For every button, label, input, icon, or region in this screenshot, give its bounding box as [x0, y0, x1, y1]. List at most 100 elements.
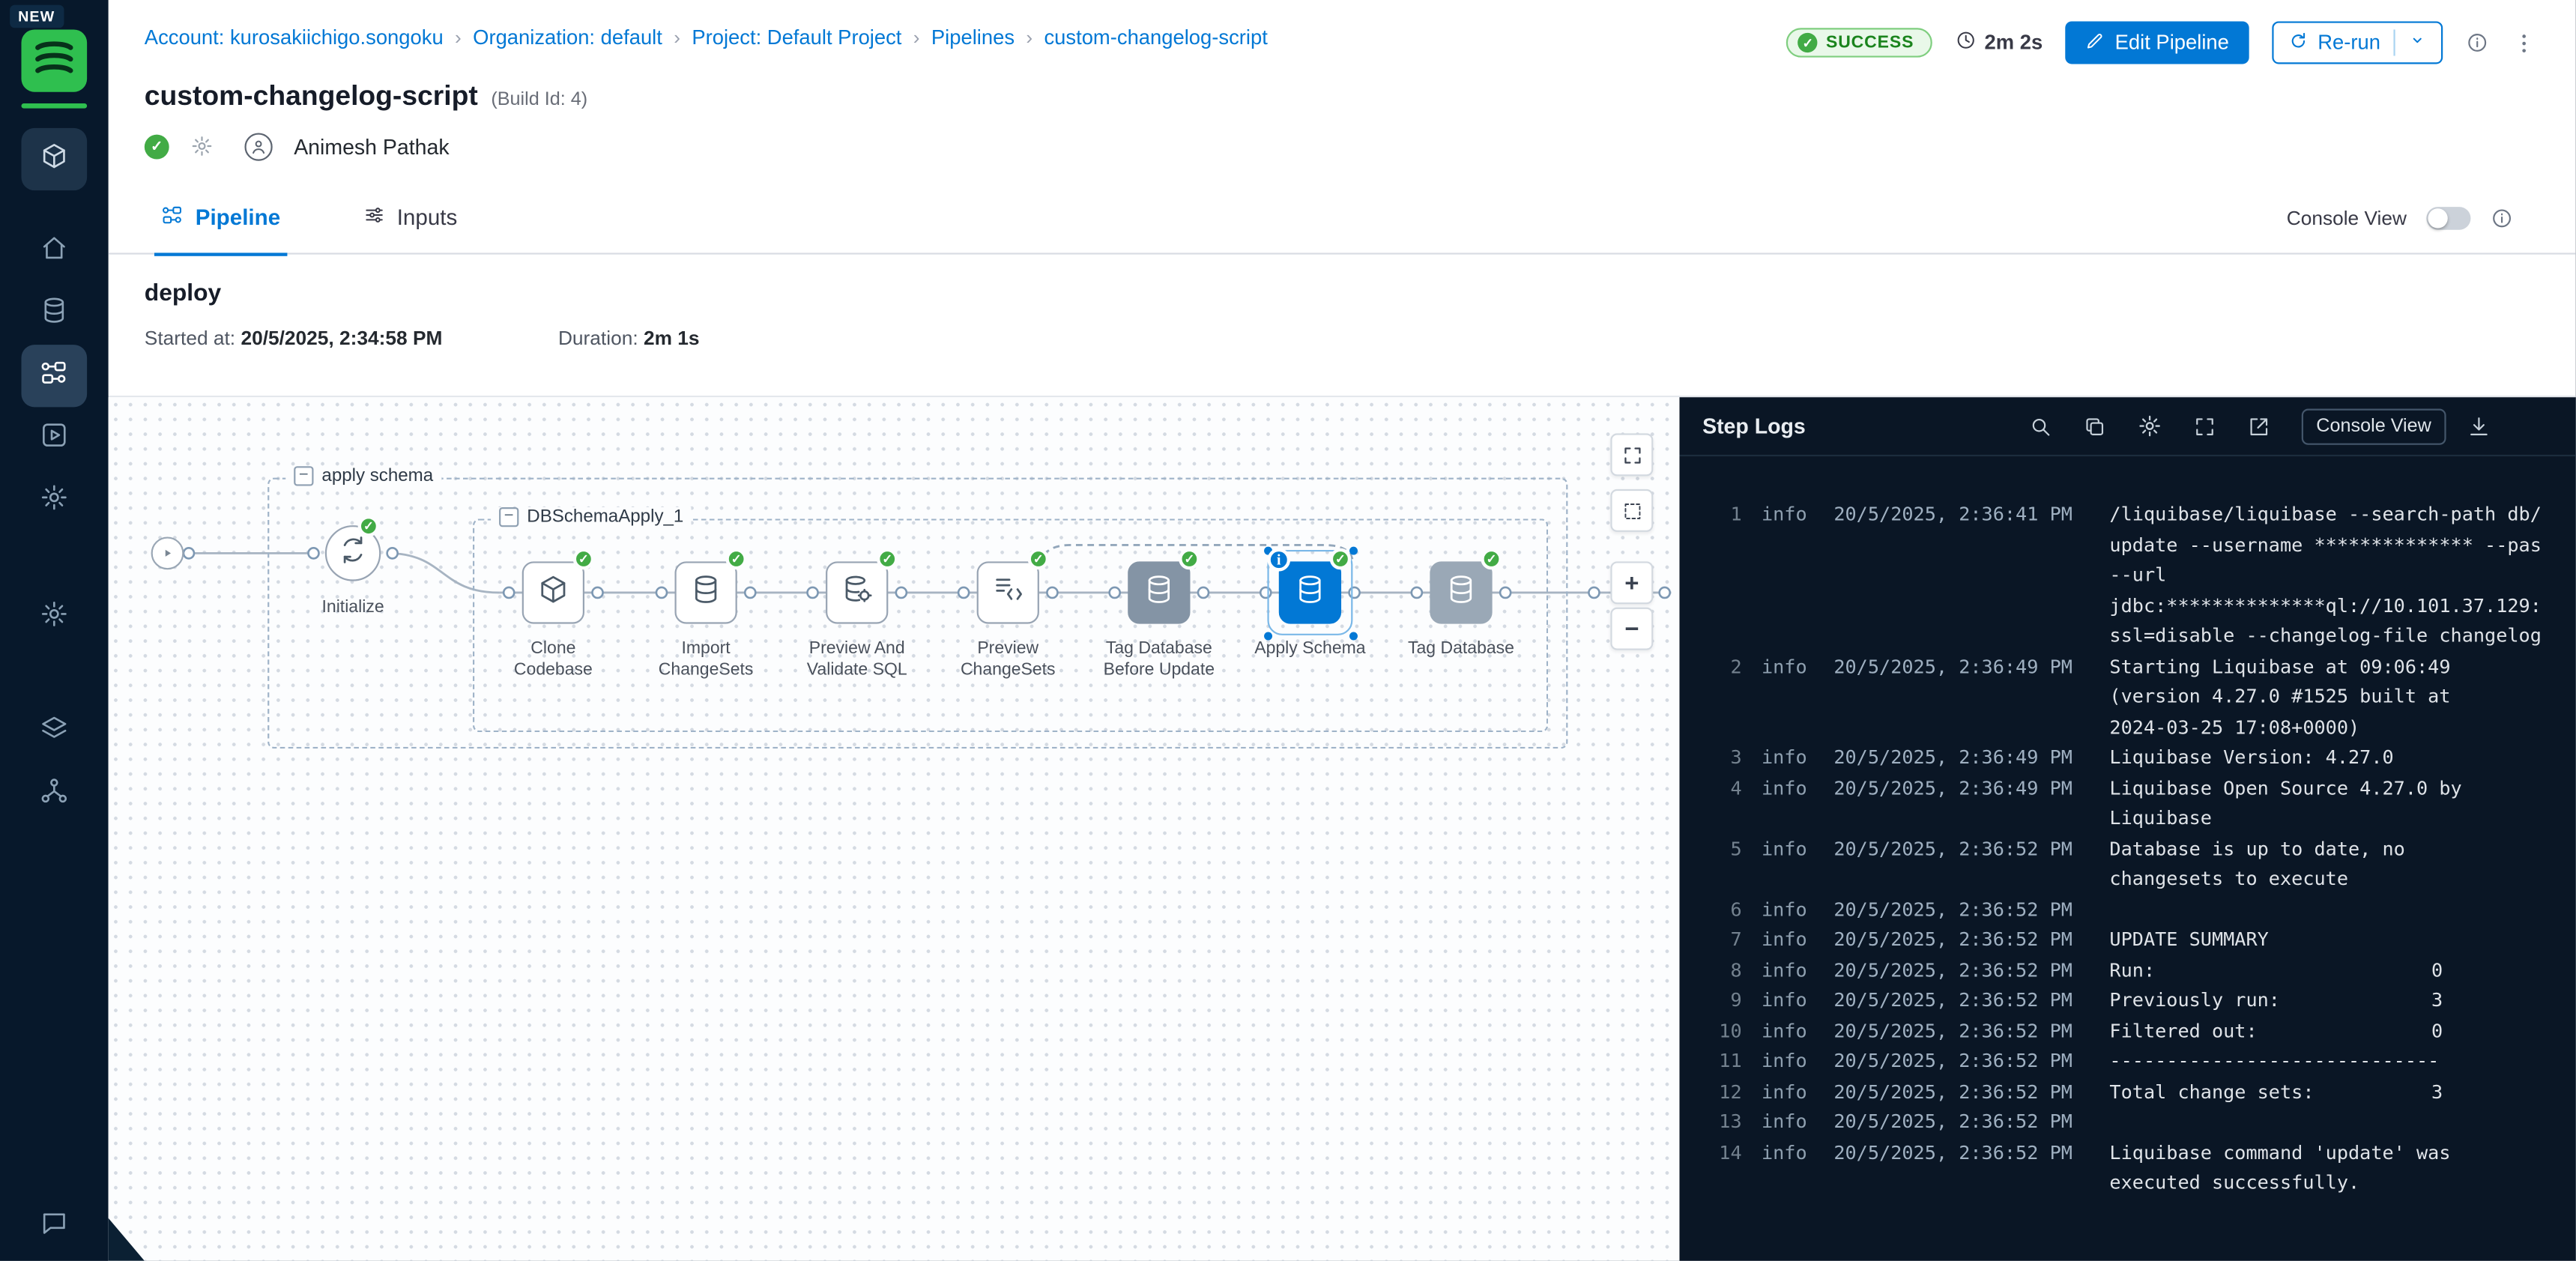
breadcrumb-item[interactable]: custom-changelog-script — [1044, 26, 1267, 49]
step-success-icon: ✓ — [1481, 548, 1502, 569]
log-entry: 14info20/5/2025, 2:36:52 PMLiquibase com… — [1699, 1137, 2557, 1197]
pipeline-canvas[interactable]: − apply schema − DBSchemaApply_1 ✓Initia… — [109, 397, 1680, 1260]
clock-icon — [1955, 29, 1976, 55]
edit-pipeline-button[interactable]: Edit Pipeline — [2066, 21, 2249, 64]
breadcrumb-item[interactable]: Organization: default — [473, 26, 662, 49]
tab-pipeline[interactable]: Pipeline — [154, 181, 287, 253]
log-message: Liquibase command 'update' wasexecuted s… — [2109, 1137, 2556, 1197]
log-kv-key: Run: — [2109, 955, 2155, 985]
sidebar-item-templates[interactable] — [21, 701, 87, 763]
collapse-icon[interactable]: − — [294, 466, 313, 486]
breadcrumb-item[interactable]: Account: kurosakiichigo.songoku — [145, 26, 444, 49]
selection-handle[interactable] — [1349, 632, 1358, 641]
tab-inputs[interactable]: Inputs — [356, 181, 464, 253]
top-header: Account: kurosakiichigo.songoku › Organiza… — [109, 0, 2576, 69]
header-actions: ✓ SUCCESS 2m 2s Edit Pipeline Re-run — [1786, 21, 2536, 64]
console-view-toggle[interactable] — [2426, 206, 2470, 229]
marquee-select-button[interactable] — [1610, 489, 1653, 532]
breadcrumb-item[interactable]: Project: Default Project — [692, 26, 901, 49]
info-icon[interactable] — [2466, 31, 2489, 55]
open-in-new-icon[interactable] — [2247, 414, 2270, 438]
group-label[interactable]: apply schema — [321, 466, 433, 486]
canvas-corner-fold — [109, 1218, 145, 1261]
fit-to-screen-button[interactable] — [1610, 433, 1653, 476]
log-entry: 13info20/5/2025, 2:36:52 PM — [1699, 1107, 2557, 1137]
pipeline-success-icon: ✓ — [145, 134, 169, 159]
log-panel-title: Step Logs — [1702, 414, 1806, 438]
search-icon[interactable] — [2029, 414, 2052, 438]
info-icon[interactable] — [2491, 206, 2514, 229]
tabs: Pipeline Inputs — [154, 181, 533, 253]
inputs-icon — [363, 204, 386, 232]
sidebar-item-connectors[interactable] — [21, 763, 87, 826]
log-entry: 9info20/5/2025, 2:36:52 PMPreviously run… — [1699, 985, 2557, 1016]
gear-icon — [40, 599, 69, 636]
breadcrumb-separator: › — [1026, 26, 1032, 49]
node-label: Import ChangeSets — [647, 638, 765, 681]
meta-row: ✓ Animesh Pathak — [109, 113, 2576, 163]
sidebar-item-help-chat[interactable] — [21, 1195, 87, 1257]
log-kv-key: Filtered out: — [2109, 1015, 2257, 1046]
sidebar-item-repositories[interactable] — [21, 282, 87, 345]
copy-icon[interactable] — [2083, 414, 2106, 438]
log-timestamp: 20/5/2025, 2:36:52 PM — [1833, 1137, 2096, 1167]
kebab-menu-icon[interactable] — [2512, 31, 2536, 55]
sidebar-item-settings[interactable] — [21, 586, 87, 648]
log-timestamp: 20/5/2025, 2:36:52 PM — [1833, 894, 2096, 925]
zoom-out-button[interactable]: − — [1610, 608, 1653, 650]
sidebar-item-environments[interactable] — [21, 470, 87, 532]
group-label[interactable]: DBSchemaApply_1 — [527, 507, 683, 527]
author-name: Animesh Pathak — [294, 134, 449, 159]
page-title: custom-changelog-script — [145, 80, 478, 113]
script-icon — [991, 572, 1024, 614]
download-logs-icon[interactable] — [2467, 414, 2491, 438]
stepgroup-dbschemaapply: − DBSchemaApply_1 — [473, 518, 1548, 732]
zoom-in-button[interactable]: + — [1610, 561, 1653, 604]
log-kv-value: 3 — [2431, 1076, 2443, 1107]
log-level: info — [1762, 651, 1827, 682]
cube-icon — [536, 572, 569, 614]
db-icon — [1294, 572, 1327, 614]
gear-icon[interactable] — [190, 135, 214, 158]
log-settings-icon[interactable] — [2137, 414, 2162, 438]
log-entry: 5info20/5/2025, 2:36:52 PMDatabase is up… — [1699, 833, 2557, 894]
pipeline-node-apply-schema[interactable] — [1279, 561, 1341, 623]
pipeline-node-import-changesets[interactable] — [675, 561, 737, 623]
node-label: Apply Schema — [1251, 638, 1370, 659]
rerun-button[interactable]: Re-run — [2272, 21, 2443, 64]
selection-handle[interactable] — [1264, 632, 1272, 641]
log-body[interactable]: 1info20/5/2025, 2:36:41 PM/liquibase/liq… — [1679, 456, 2575, 1261]
sidebar-item-home[interactable] — [21, 220, 87, 282]
pipeline-node-preview-and-validate-sql[interactable] — [826, 561, 888, 623]
breadcrumb-item[interactable]: Pipelines — [931, 26, 1015, 49]
harness-logo-icon[interactable] — [21, 29, 87, 91]
log-entry: 3info20/5/2025, 2:36:49 PMLiquibase Vers… — [1699, 742, 2557, 772]
pipeline-node-tag-database[interactable] — [1430, 561, 1492, 623]
chevron-down-icon[interactable] — [2408, 31, 2426, 55]
sidebar-item-module-selector[interactable] — [21, 128, 87, 190]
log-message — [2109, 1107, 2556, 1137]
new-badge: NEW — [10, 5, 63, 28]
log-message — [2109, 894, 2556, 925]
log-level: info — [1762, 833, 1827, 864]
fullscreen-icon[interactable] — [2193, 414, 2216, 438]
console-view-label: Console View — [2287, 206, 2407, 229]
selection-handle[interactable] — [1349, 547, 1358, 555]
stage-duration: Duration: 2m 1s — [558, 327, 700, 350]
pipeline-node-clone-codebase[interactable] — [522, 561, 584, 623]
sidebar-item-pipelines[interactable] — [21, 345, 87, 407]
log-message: ----------------------------- — [2109, 1046, 2556, 1077]
log-line-number: 13 — [1699, 1107, 1742, 1137]
log-timestamp: 20/5/2025, 2:36:49 PM — [1833, 651, 2096, 682]
step-logs-panel: Step Logs Console View 1info20/5/2025, 2… — [1679, 397, 2575, 1260]
console-view-button[interactable]: Console View — [2302, 408, 2446, 444]
log-message: /liquibase/liquibase --search-path db/up… — [2109, 499, 2556, 651]
content-split: − apply schema − DBSchemaApply_1 ✓Initia… — [109, 396, 2576, 1261]
log-message: Previously run:3 — [2109, 985, 2556, 1016]
collapse-icon[interactable]: − — [499, 507, 518, 527]
pipeline-node-preview-changesets[interactable] — [977, 561, 1039, 623]
pipeline-node-tag-database-before-update[interactable] — [1128, 561, 1190, 623]
sidebar-item-executions[interactable] — [21, 407, 87, 469]
pipeline-start-node[interactable] — [151, 536, 184, 569]
success-check-icon: ✓ — [1798, 33, 1818, 52]
